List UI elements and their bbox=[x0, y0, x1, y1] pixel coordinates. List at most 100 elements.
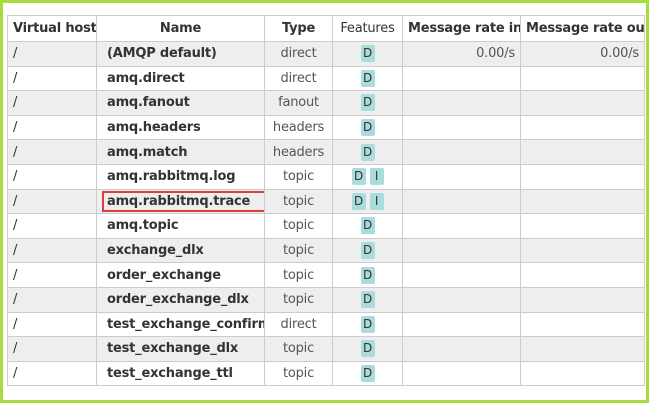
table-row: / amq.headers headers D bbox=[7, 114, 645, 141]
table-row: / test_exchange_dlx topic D bbox=[7, 336, 645, 362]
name-cell: amq.rabbitmq.log bbox=[96, 163, 265, 190]
exchange-link[interactable]: order_exchange bbox=[102, 266, 226, 285]
features-cell: D bbox=[332, 139, 403, 165]
durable-badge: D bbox=[360, 45, 375, 63]
durable-badge: D bbox=[360, 119, 375, 137]
name-cell: test_exchange_dlx bbox=[96, 336, 265, 362]
table-row: / amq.fanout fanout D bbox=[7, 90, 645, 116]
features-cell: D bbox=[332, 286, 403, 313]
table-row: / order_exchange_dlx topic D bbox=[7, 286, 645, 313]
durable-badge: D bbox=[360, 365, 375, 383]
type-cell: direct bbox=[264, 311, 333, 338]
vhost-cell: / bbox=[7, 336, 97, 362]
exchange-link[interactable]: amq.topic bbox=[102, 216, 183, 235]
exchange-link[interactable]: test_exchange_ttl bbox=[102, 364, 238, 383]
type-cell: headers bbox=[264, 139, 333, 165]
exchange-link[interactable]: amq.fanout bbox=[102, 93, 195, 112]
features-cell: DI bbox=[332, 163, 403, 190]
vhost-cell: / bbox=[7, 262, 97, 288]
table-row: / (AMQP default) direct D 0.00/s 0.00/s bbox=[7, 41, 645, 67]
vhost-cell: / bbox=[7, 213, 97, 239]
rate-in-cell bbox=[402, 163, 521, 190]
name-cell: amq.headers bbox=[96, 114, 265, 141]
rate-in-cell: 0.00/s bbox=[402, 41, 521, 67]
exchange-link[interactable]: exchange_dlx bbox=[102, 241, 209, 260]
table-row: / amq.rabbitmq.trace topic D I bbox=[7, 188, 645, 215]
name-cell: order_exchange bbox=[96, 262, 265, 288]
type-cell: topic bbox=[264, 188, 333, 215]
table-body: / (AMQP default) direct D 0.00/s 0.00/s / amq.d… bbox=[7, 41, 645, 387]
exchange-link-highlighted[interactable]: amq.rabbitmq.trace bbox=[102, 190, 264, 212]
internal-badge: I bbox=[369, 168, 384, 186]
header-message-rate-in[interactable]: Message rate in bbox=[402, 15, 521, 42]
exchanges-table: Virtual host Name Type Features Message … bbox=[7, 15, 645, 387]
table-row: / amq.rabbitmq.log topic D I bbox=[7, 163, 645, 190]
vhost-cell: / bbox=[7, 311, 97, 338]
features-cell: DI bbox=[332, 188, 403, 215]
exchange-link[interactable]: (AMQP default) bbox=[102, 44, 222, 63]
exchange-link[interactable]: test_exchange_confirm bbox=[102, 315, 264, 334]
vhost-cell: / bbox=[7, 237, 97, 264]
vhost-cell: / bbox=[7, 286, 97, 313]
features-cell: D bbox=[332, 311, 403, 338]
rate-out-cell bbox=[520, 336, 645, 362]
rate-out-cell bbox=[520, 65, 645, 92]
table-row: / test_exchange_confirm direct D bbox=[7, 311, 645, 338]
vhost-cell: / bbox=[7, 65, 97, 92]
name-cell: amq.fanout bbox=[96, 90, 265, 116]
features-cell: D bbox=[332, 336, 403, 362]
header-row: Virtual host Name Type Features Message … bbox=[7, 15, 645, 42]
exchange-link[interactable]: amq.direct bbox=[102, 69, 189, 88]
rate-in-cell bbox=[402, 237, 521, 264]
exchange-link[interactable]: test_exchange_dlx bbox=[102, 339, 243, 358]
table-row: / test_exchange_ttl topic D bbox=[7, 360, 645, 387]
vhost-cell: / bbox=[7, 114, 97, 141]
rate-out-cell bbox=[520, 139, 645, 165]
vhost-cell: / bbox=[7, 139, 97, 165]
table-row: / amq.topic topic D bbox=[7, 213, 645, 239]
exchange-link[interactable]: amq.match bbox=[102, 143, 192, 162]
type-cell: topic bbox=[264, 163, 333, 190]
features-cell: D bbox=[332, 41, 403, 67]
durable-badge: D bbox=[360, 143, 375, 161]
rate-in-cell bbox=[402, 188, 521, 215]
exchange-link[interactable]: amq.rabbitmq.log bbox=[102, 167, 240, 186]
type-cell: direct bbox=[264, 65, 333, 92]
durable-badge: D bbox=[360, 291, 375, 309]
rate-out-cell bbox=[520, 188, 645, 215]
features-cell: D bbox=[332, 114, 403, 141]
type-cell: headers bbox=[264, 114, 333, 141]
header-virtual-host[interactable]: Virtual host bbox=[7, 15, 97, 42]
header-message-rate-out[interactable]: Message rate out bbox=[520, 15, 645, 42]
rate-out-cell bbox=[520, 286, 645, 313]
header-features: Features bbox=[332, 15, 403, 42]
durable-badge: D bbox=[360, 340, 375, 358]
header-name[interactable]: Name bbox=[96, 15, 265, 42]
features-cell: D bbox=[332, 262, 403, 288]
durable-badge: D bbox=[360, 315, 375, 333]
type-cell: topic bbox=[264, 336, 333, 362]
name-cell: amq.direct bbox=[96, 65, 265, 92]
rate-in-cell bbox=[402, 286, 521, 313]
type-cell: topic bbox=[264, 286, 333, 313]
exchange-link[interactable]: amq.headers bbox=[102, 118, 205, 137]
type-cell: topic bbox=[264, 262, 333, 288]
durable-badge: D bbox=[360, 94, 375, 112]
header-type[interactable]: Type bbox=[264, 15, 333, 42]
name-cell: amq.rabbitmq.trace bbox=[96, 188, 265, 215]
features-cell: D bbox=[332, 237, 403, 264]
screenshot-frame: Virtual host Name Type Features Message … bbox=[0, 0, 649, 403]
vhost-cell: / bbox=[7, 41, 97, 67]
rate-out-cell bbox=[520, 163, 645, 190]
name-cell: amq.match bbox=[96, 139, 265, 165]
exchange-link[interactable]: order_exchange_dlx bbox=[102, 290, 254, 309]
type-cell: topic bbox=[264, 360, 333, 387]
name-cell: order_exchange_dlx bbox=[96, 286, 265, 313]
durable-badge: D bbox=[351, 168, 366, 186]
vhost-cell: / bbox=[7, 163, 97, 190]
table-row: / exchange_dlx topic D bbox=[7, 237, 645, 264]
rate-out-cell bbox=[520, 311, 645, 338]
table-row: / order_exchange topic D bbox=[7, 262, 645, 288]
rate-out-cell bbox=[520, 360, 645, 387]
name-cell: test_exchange_confirm bbox=[96, 311, 265, 338]
